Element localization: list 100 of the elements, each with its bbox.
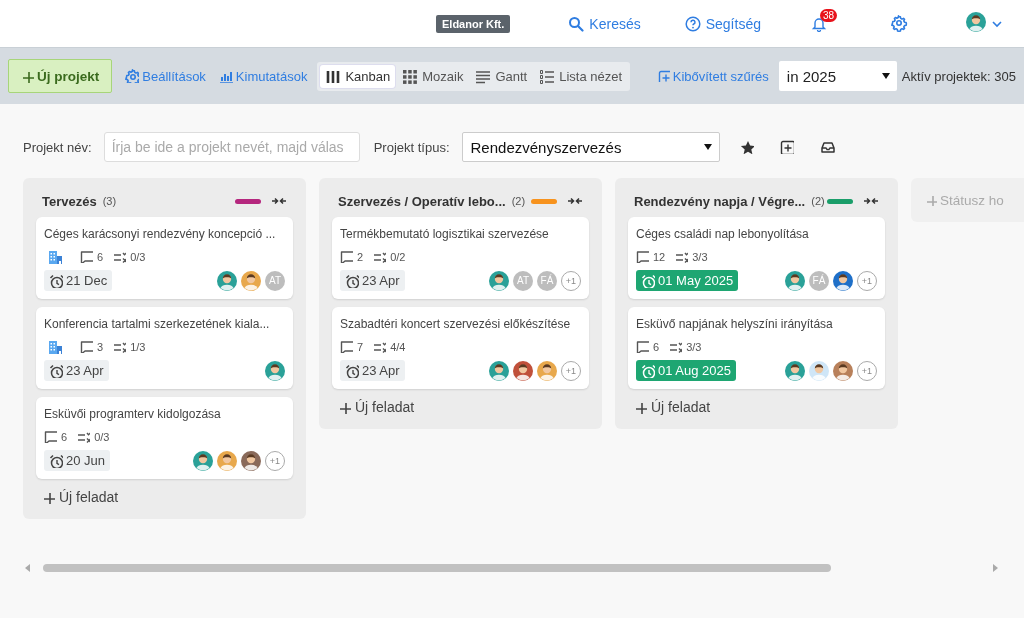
checklist-icon (113, 250, 127, 263)
card-count: (2) (811, 195, 825, 207)
search-link[interactable]: Keresés (568, 15, 641, 32)
avatar-icon (489, 270, 509, 291)
checklist-icon (373, 340, 387, 353)
comment-count: 6 (61, 430, 68, 443)
task-title[interactable]: Esküvő napjának helyszíni irányítása (636, 316, 877, 333)
horizontal-scrollbar[interactable] (43, 564, 831, 572)
help-icon (684, 15, 701, 32)
task-title[interactable]: Céges karácsonyi rendezvény koncepció ... (44, 226, 285, 243)
more-assignees-badge[interactable]: +1 (561, 270, 581, 291)
avatar-icon (833, 360, 853, 381)
view-tab[interactable]: Gantt (470, 64, 533, 88)
alarm-clock-icon (641, 363, 655, 378)
alarm-clock-icon (345, 363, 359, 378)
checklist-count: 4/4 (390, 340, 406, 353)
comment-count: 2 (357, 250, 364, 263)
new-project-button[interactable]: Új projekt (8, 59, 113, 93)
settings-icon[interactable] (890, 14, 909, 33)
view-tab[interactable]: Mozaik (397, 64, 469, 88)
avatar-icon (241, 450, 261, 471)
year-dropdown[interactable]: in 2025 (778, 61, 897, 91)
checklist-count: 3/3 (692, 250, 708, 263)
task-title[interactable]: Termékbemutató logisztikai szervezése (340, 226, 581, 243)
search-icon (568, 15, 585, 32)
avatar-icon (785, 270, 805, 291)
task-card[interactable]: Termékbemutató logisztikai szervezése 2 0/2 23 Apr AT FÁ +1 (332, 217, 589, 299)
task-title[interactable]: Céges családi nap lebonyolítása (636, 226, 877, 243)
add-task-button[interactable]: Új feladat (634, 399, 711, 415)
checklist-icon (675, 250, 689, 263)
plus-icon (21, 69, 34, 83)
checklist-icon (669, 340, 683, 353)
more-assignees-badge[interactable]: +1 (561, 360, 581, 381)
comment-icon (340, 340, 353, 353)
avatar-icon (241, 270, 261, 291)
comment-icon (636, 340, 649, 353)
column-title: Tervezés (42, 193, 97, 209)
alarm-clock-icon (49, 273, 63, 288)
avatar-icon (193, 450, 213, 471)
task-card[interactable]: Szabadtéri koncert szervezési előkészítése 7 4/4 23 Apr +1 (332, 307, 589, 389)
project-name-field[interactable]: Írja be ide a projekt nevét, majd válas (103, 132, 360, 162)
columns-icon (325, 68, 341, 84)
comment-count: 6 (97, 250, 104, 263)
checklist-icon (77, 430, 91, 443)
dropdown-arrow-icon (880, 71, 891, 81)
comment-icon (636, 250, 649, 263)
more-assignees-badge[interactable]: +1 (857, 270, 877, 291)
lines-icon (475, 68, 491, 84)
checklist-icon (373, 250, 387, 263)
project-name-label: Projekt név: (23, 139, 92, 155)
column-title: Szervezés / Operatív lebo... (338, 193, 506, 209)
task-title[interactable]: Esküvői programterv kidolgozása (44, 406, 285, 423)
tray-icon[interactable] (819, 139, 836, 155)
due-date-badge: 23 Apr (340, 270, 405, 291)
avatar-icon (489, 360, 509, 381)
view-tab[interactable]: Lista nézet (534, 64, 628, 88)
card-count: (2) (511, 195, 526, 207)
project-type-label: Projekt típus: (373, 139, 450, 155)
task-card[interactable]: Céges karácsonyi rendezvény koncepció ... 6 0/3 21 Dec AT (36, 217, 293, 299)
checklist-count: 0/3 (94, 430, 110, 443)
comment-count: 6 (653, 340, 660, 353)
notification-count: 38 (819, 8, 838, 22)
grid-icon (402, 68, 418, 84)
view-tab[interactable]: Kanban (320, 64, 396, 88)
avatar-icon (217, 450, 237, 471)
project-type-dropdown[interactable]: Rendezvényszervezés (461, 132, 720, 162)
due-date-badge: 01 Aug 2025 (636, 360, 737, 381)
card-count: (3) (102, 195, 117, 207)
avatar-icon (265, 360, 285, 381)
plus-icon (634, 400, 647, 414)
comment-count: 12 (653, 250, 666, 263)
more-assignees-badge[interactable]: +1 (265, 450, 285, 471)
comment-icon (80, 340, 93, 353)
column-title: Rendezvény napja / Végre... (634, 193, 806, 209)
comment-icon (80, 250, 93, 263)
avatar-icon (809, 360, 829, 381)
list-icon (539, 68, 555, 84)
due-date-badge: 20 Jun (44, 450, 111, 471)
task-card[interactable]: Konferencia tartalmi szerkezetének kiala... 3 1/3 23 Apr (36, 307, 293, 389)
avatar-icon (833, 270, 853, 291)
help-link[interactable]: Segítség (684, 15, 761, 32)
task-title[interactable]: Szabadtéri koncert szervezési előkészítése (340, 316, 581, 333)
due-date-badge: 21 Dec (44, 270, 113, 291)
star-icon[interactable] (739, 140, 754, 154)
task-title[interactable]: Konferencia tartalmi szerkezetének kiala... (44, 316, 285, 333)
add-task-button[interactable]: Új feladat (42, 489, 119, 505)
alarm-clock-icon (49, 363, 63, 378)
task-card[interactable]: Céges családi nap lebonyolítása 12 3/3 01 May 2025 FÁ +1 (628, 217, 885, 299)
task-card[interactable]: Esküvő napjának helyszíni irányítása 6 3/3 01 Aug 2025 +1 (628, 307, 885, 389)
comment-icon (44, 430, 57, 443)
add-task-button[interactable]: Új feladat (338, 399, 415, 415)
due-date-badge: 23 Apr (44, 360, 109, 381)
checklist-count: 1/3 (130, 340, 146, 353)
task-card[interactable]: Esküvői programterv kidolgozása 6 0/3 20 Jun +1 (36, 397, 293, 479)
avatar-icon (537, 360, 557, 381)
comment-count: 3 (97, 340, 104, 353)
more-assignees-badge[interactable]: +1 (857, 360, 877, 381)
avatar-icon (513, 360, 533, 381)
initials-avatar: FÁ (537, 270, 557, 291)
avatar-icon (785, 360, 805, 381)
